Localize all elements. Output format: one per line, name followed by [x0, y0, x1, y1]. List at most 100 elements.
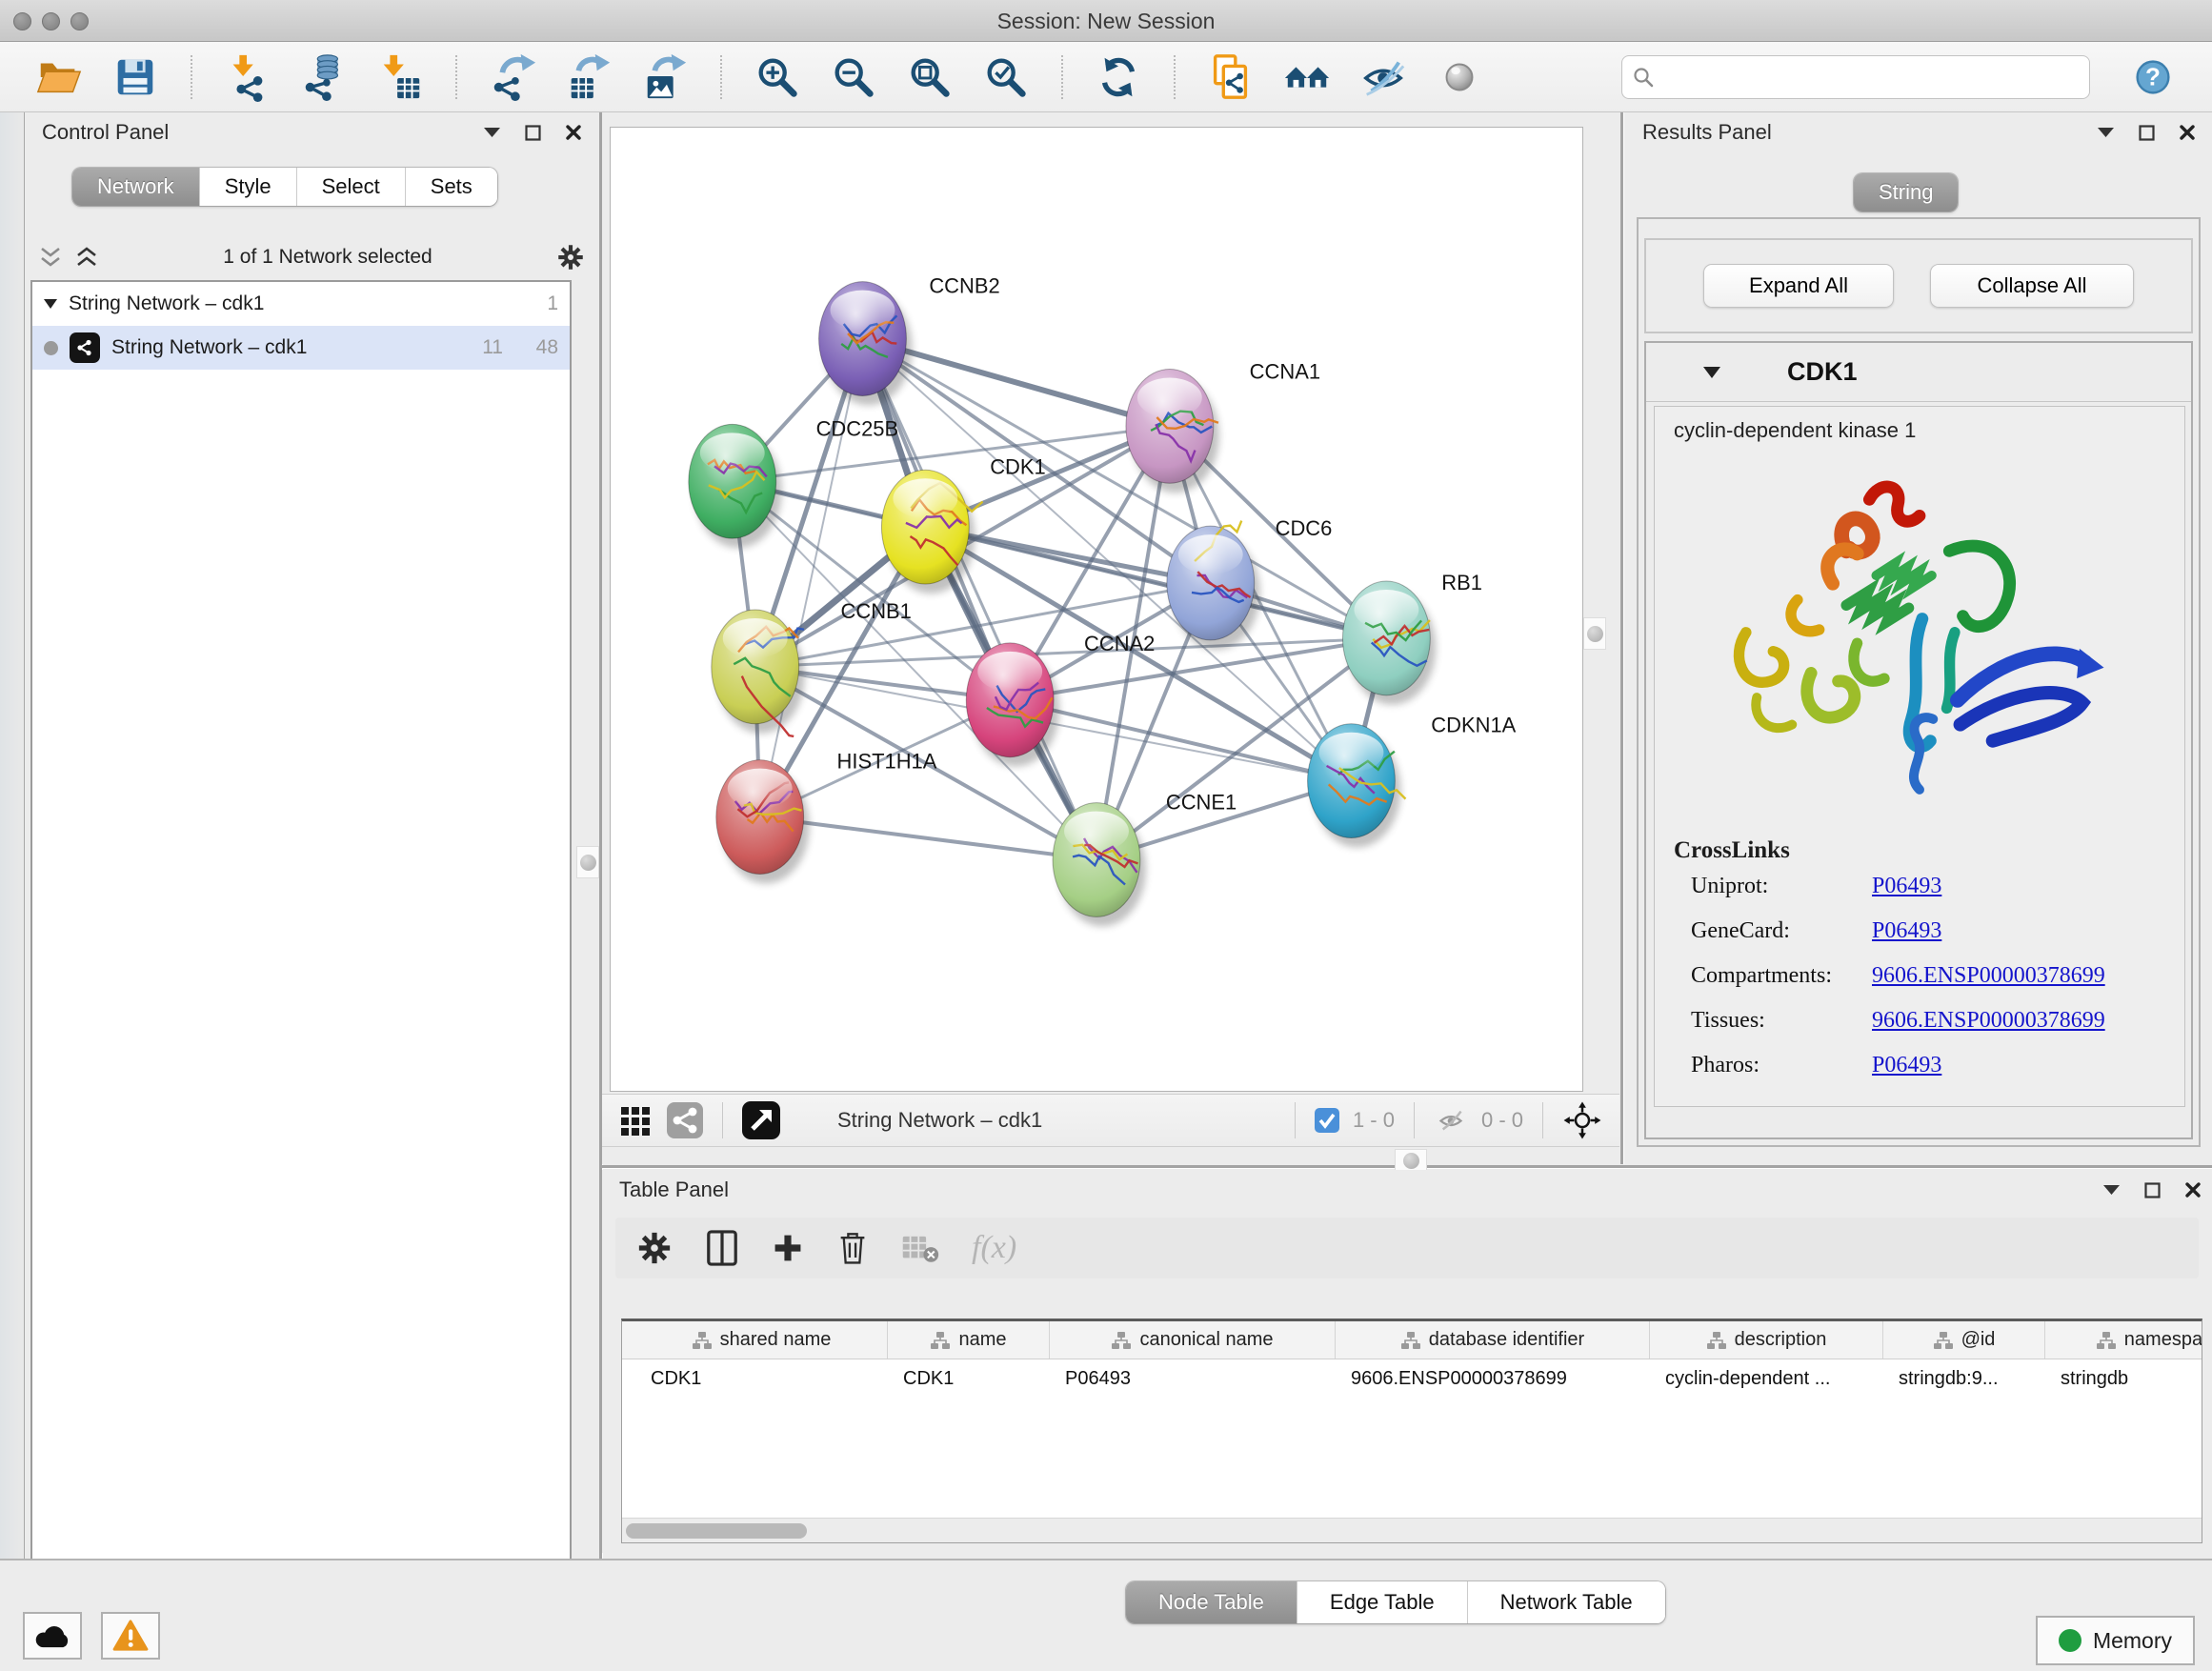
- network-collection-row[interactable]: String Network – cdk1 1: [32, 282, 570, 326]
- float-panel-icon[interactable]: [2144, 1182, 2161, 1198]
- column-header[interactable]: description: [1650, 1321, 1883, 1359]
- table-cell[interactable]: stringdb: [2045, 1368, 2202, 1390]
- table-options-gear-icon[interactable]: [636, 1230, 673, 1266]
- new-network-from-selection-button[interactable]: [1204, 50, 1257, 104]
- network-node-cdk1[interactable]: CDK1: [881, 454, 1045, 594]
- float-panel-icon[interactable]: [2139, 125, 2155, 141]
- cloud-status-button[interactable]: [23, 1612, 82, 1660]
- warning-icon: [112, 1620, 149, 1652]
- network-canvas[interactable]: CCNB2CCNA1CDC25BCDK1CDC6RB1CCNB1CCNA2CDK…: [610, 127, 1583, 1092]
- network-edge[interactable]: [1010, 700, 1351, 781]
- network-row-selected[interactable]: String Network – cdk1 11 48: [32, 326, 570, 370]
- collapse-all-networks-icon[interactable]: [38, 247, 63, 268]
- network-node-cdkn1a[interactable]: CDKN1A: [1308, 714, 1517, 848]
- open-session-button[interactable]: [32, 50, 86, 104]
- import-table-file-button[interactable]: [373, 50, 427, 104]
- export-image-button[interactable]: [638, 50, 692, 104]
- network-node-hist1h1a[interactable]: HIST1H1A: [716, 750, 937, 884]
- memory-button[interactable]: Memory: [2036, 1616, 2195, 1665]
- save-session-button[interactable]: [109, 50, 162, 104]
- column-header[interactable]: database identifier: [1336, 1321, 1650, 1359]
- network-edge[interactable]: [760, 339, 863, 817]
- column-header[interactable]: @id: [1883, 1321, 2045, 1359]
- import-network-database-button[interactable]: [297, 50, 351, 104]
- crosslink-value-link[interactable]: 9606.ENSP00000378699: [1872, 963, 2105, 989]
- expand-all-button[interactable]: Expand All: [1703, 264, 1894, 308]
- column-header[interactable]: name: [888, 1321, 1050, 1359]
- table-cell[interactable]: CDK1: [888, 1368, 1050, 1390]
- birds-eye-view-button[interactable]: [1433, 50, 1486, 104]
- table-cell[interactable]: cyclin-dependent ...: [1650, 1368, 1883, 1390]
- network-node-cdc6[interactable]: CDC6: [1167, 516, 1333, 650]
- selected-checkbox-icon[interactable]: [1315, 1108, 1339, 1133]
- close-panel-icon[interactable]: [2185, 1182, 2201, 1198]
- gene-section-header[interactable]: CDK1: [1646, 343, 2191, 402]
- crosslink-value-link[interactable]: P06493: [1872, 918, 1941, 944]
- crosslink-value-link[interactable]: 9606.ENSP00000378699: [1872, 1008, 2105, 1034]
- show-columns-icon[interactable]: [705, 1229, 739, 1267]
- tree-expander-icon[interactable]: [44, 299, 57, 309]
- tab-edge-table[interactable]: Edge Table: [1297, 1581, 1467, 1623]
- vertical-splitter[interactable]: [1620, 112, 1623, 1164]
- home-button[interactable]: [1280, 50, 1334, 104]
- table-cell[interactable]: 9606.ENSP00000378699: [1336, 1368, 1650, 1390]
- table-panel: Table Panel: [602, 1170, 2212, 1553]
- close-panel-icon[interactable]: [566, 125, 581, 140]
- tab-select[interactable]: Select: [296, 168, 405, 206]
- network-share-icon-disabled[interactable]: [667, 1102, 703, 1138]
- help-button[interactable]: ?: [2126, 50, 2180, 104]
- add-column-icon[interactable]: [772, 1232, 804, 1264]
- show-hide-graphics-button[interactable]: [1357, 50, 1410, 104]
- column-header[interactable]: namespace: [2045, 1321, 2202, 1359]
- collapse-panel-icon[interactable]: [484, 128, 500, 137]
- crosslink-value-link[interactable]: P06493: [1872, 1053, 1941, 1078]
- fit-selected-crosshair-icon[interactable]: [1562, 1100, 1602, 1140]
- table-cell[interactable]: stringdb:9...: [1883, 1368, 2045, 1390]
- tab-node-table[interactable]: Node Table: [1126, 1581, 1297, 1623]
- scrollbar-thumb[interactable]: [626, 1523, 807, 1539]
- tab-network-table[interactable]: Network Table: [1467, 1581, 1665, 1623]
- grid-view-icon[interactable]: [619, 1103, 654, 1137]
- network-node-ccna1[interactable]: CCNA1: [1126, 359, 1320, 493]
- section-expander-icon[interactable]: [1703, 367, 1720, 378]
- refresh-view-button[interactable]: [1092, 50, 1145, 104]
- network-edge[interactable]: [760, 817, 1096, 860]
- node-table[interactable]: shared namenamecanonical namedatabase id…: [621, 1319, 2202, 1543]
- tab-style[interactable]: Style: [199, 168, 296, 206]
- float-panel-icon[interactable]: [525, 125, 541, 141]
- search-input[interactable]: [1662, 66, 2080, 89]
- crosslink-value-link[interactable]: P06493: [1872, 874, 1941, 899]
- tab-string[interactable]: String: [1854, 173, 1958, 211]
- zoom-out-button[interactable]: [827, 50, 880, 104]
- network-node-ccnb2[interactable]: CCNB2: [819, 274, 1000, 406]
- collapse-panel-icon[interactable]: [2098, 128, 2114, 137]
- zoom-fit-button[interactable]: [903, 50, 956, 104]
- table-cell[interactable]: P06493: [1050, 1368, 1336, 1390]
- zoom-in-button[interactable]: [751, 50, 804, 104]
- splitter-collapse-knob[interactable]: [1583, 617, 1606, 650]
- tab-network[interactable]: Network: [72, 168, 199, 206]
- warnings-button[interactable]: [101, 1612, 160, 1660]
- network-options-gear-icon[interactable]: [556, 243, 585, 272]
- collapse-panel-icon[interactable]: [2103, 1185, 2120, 1195]
- network-node-rb1[interactable]: RB1: [1342, 571, 1481, 705]
- export-table-button[interactable]: [562, 50, 615, 104]
- column-header[interactable]: shared name: [635, 1321, 888, 1359]
- collapse-all-button[interactable]: Collapse All: [1930, 264, 2134, 308]
- export-network-button[interactable]: [486, 50, 539, 104]
- splitter-collapse-knob[interactable]: [1395, 1149, 1427, 1172]
- zoom-selected-button[interactable]: [979, 50, 1033, 104]
- refresh-icon: [1094, 52, 1143, 102]
- table-horizontal-scrollbar[interactable]: [622, 1518, 2202, 1542]
- splitter-collapse-knob[interactable]: [576, 846, 599, 878]
- tab-sets[interactable]: Sets: [405, 168, 497, 206]
- import-network-file-button[interactable]: [221, 50, 274, 104]
- table-row[interactable]: CDK1CDK1P064939606.ENSP00000378699cyclin…: [622, 1359, 2202, 1398]
- column-header[interactable]: canonical name: [1050, 1321, 1336, 1359]
- open-in-new-window-icon[interactable]: [742, 1101, 780, 1139]
- delete-column-trash-icon[interactable]: [836, 1229, 869, 1267]
- table-cell[interactable]: CDK1: [635, 1368, 888, 1390]
- close-panel-icon[interactable]: [2180, 125, 2195, 140]
- expand-all-networks-icon[interactable]: [74, 247, 99, 268]
- network-node-ccne1[interactable]: CCNE1: [1053, 791, 1237, 927]
